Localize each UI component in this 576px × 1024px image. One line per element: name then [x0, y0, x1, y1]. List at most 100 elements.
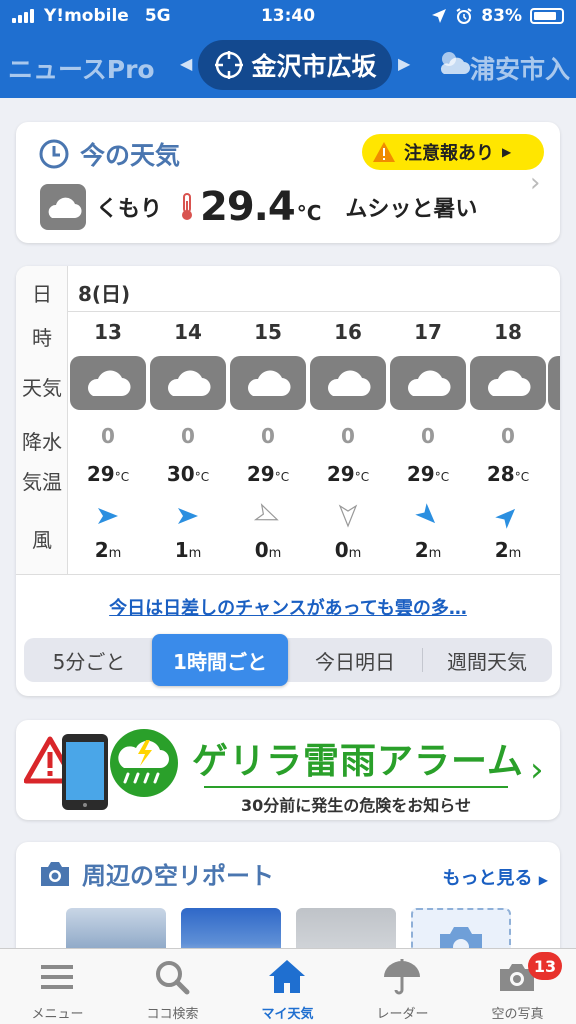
wind-number: 0: [334, 538, 349, 562]
hour-column: 14 0 30°C 1m: [148, 312, 228, 574]
hour-column: 13 0 29°C 2m: [68, 312, 148, 574]
current-weather-card[interactable]: 今の天気 注意報あり ▶ くもり 29.4 °C ムシッと暑い ›: [16, 122, 560, 243]
current-weather-title-text: 今の天気: [80, 141, 181, 170]
umbrella-icon: [384, 959, 420, 995]
wind-number: 2: [94, 538, 109, 562]
tab-search[interactable]: ココ検索: [115, 949, 230, 1024]
temp-unit: °C: [434, 470, 450, 484]
hour-column: 18 0 28°C 2m: [468, 312, 548, 574]
temp-value: 30°C: [148, 462, 228, 486]
current-location-pill[interactable]: 金沢市広坂: [198, 40, 392, 90]
wind-number: 0: [254, 538, 269, 562]
crosshair-icon: [215, 51, 244, 79]
cloud-icon: [150, 356, 226, 410]
row-labels: 日 時 天気 降水 気温 風: [16, 266, 68, 574]
more-link[interactable]: もっと見る ▶: [442, 864, 548, 890]
temp-value: 28°C: [468, 462, 548, 486]
rain-value: 0: [101, 424, 115, 448]
camera-icon: [41, 861, 69, 886]
smartphone-icon: [62, 734, 108, 810]
temp-number: 29: [406, 462, 435, 486]
hour-column: 15 0 29°C 0m: [228, 312, 308, 574]
tab-label: ココ検索: [146, 1007, 199, 1022]
segment-hourly[interactable]: 1時間ごと: [152, 634, 288, 686]
rain-value: 0: [341, 424, 355, 448]
label-temp: 気温: [22, 470, 62, 494]
sky-report-title: 周辺の空リポート: [38, 856, 274, 891]
current-weather-title: 今の天気: [38, 136, 180, 172]
temperature-unit: °C: [296, 201, 322, 225]
wind-direction-icon: [98, 508, 118, 524]
battery-percent: 83%: [481, 6, 522, 26]
temp-number: 28: [486, 462, 515, 486]
tab-label: 空の写真: [491, 1007, 544, 1022]
label-wind: 風: [32, 528, 52, 552]
label-rain: 降水: [22, 430, 62, 454]
temp-number: 30: [166, 462, 195, 486]
sun-cloud-icon: [440, 52, 470, 74]
alarm-title: ゲリラ雷雨アラーム: [192, 741, 524, 782]
current-temperature: 29.4: [200, 184, 296, 230]
tab-label: メニュー: [31, 1007, 84, 1022]
tab-menu[interactable]: メニュー: [0, 949, 115, 1024]
temp-value: 29°C: [228, 462, 308, 486]
hour-column: 17 0 29°C 2m: [388, 312, 468, 574]
wind-speed: 2m: [388, 538, 468, 562]
wind-speed: 2m: [68, 538, 148, 562]
day-label: 8(日): [78, 282, 131, 306]
home-icon: [269, 960, 305, 993]
status-right: 83%: [431, 6, 564, 26]
next-arrow-icon[interactable]: ▶: [398, 54, 410, 73]
current-weather-row: くもり 29.4 °C ムシッと暑い: [40, 184, 477, 230]
guerrilla-alarm-banner[interactable]: ゲリラ雷雨アラーム 30分前に発生の危険をお知らせ ›: [16, 720, 560, 820]
sky-report-title-text: 周辺の空リポート: [82, 862, 274, 890]
battery-icon: [530, 8, 564, 24]
label-hour: 時: [32, 326, 52, 350]
cloud-icon: [230, 356, 306, 410]
alert-badge[interactable]: 注意報あり ▶: [362, 134, 544, 170]
wind-number: 1: [174, 538, 189, 562]
condition-text: くもり: [96, 197, 163, 222]
interval-segmented-control: 5分ごと 1時間ごと 今日明日 週間天気: [24, 634, 552, 686]
menu-icon: [41, 965, 73, 989]
prev-arrow-icon[interactable]: ◀: [180, 54, 192, 73]
hourly-forecast-card: 日 時 天気 降水 気温 風 8(日) 13 0 29°C 2m 14 0 30°C 1m 15…: [16, 266, 560, 696]
wind-speed: 2m: [468, 538, 548, 562]
segment-today-tomorrow[interactable]: 今日明日: [290, 638, 420, 682]
next-location-tab[interactable]: 浦安市入: [470, 50, 570, 86]
temp-unit: °C: [354, 470, 370, 484]
wind-unit: m: [428, 546, 442, 561]
tab-label: レーダー: [376, 1007, 429, 1022]
segment-5min[interactable]: 5分ごと: [24, 638, 154, 682]
prev-location-tab[interactable]: ニュースPro: [8, 50, 155, 86]
more-chevron-icon: ▶: [538, 873, 548, 887]
wind-speed: 0m: [228, 538, 308, 562]
day-header: [68, 266, 560, 312]
segment-weekly[interactable]: 週間天気: [422, 638, 552, 682]
forecast-news-link[interactable]: 今日は日差しのチャンスがあっても雲の多…: [16, 594, 560, 620]
wind-unit: m: [268, 546, 282, 561]
wind-number: 2: [494, 538, 509, 562]
location-arrow-icon: [432, 9, 447, 23]
temp-unit: °C: [114, 470, 130, 484]
hour-label: 16: [334, 320, 362, 344]
rain-value: 0: [181, 424, 195, 448]
cloud-icon: [40, 184, 86, 230]
temp-unit: °C: [194, 470, 210, 484]
temp-unit: °C: [514, 470, 530, 484]
rain-value: 0: [501, 424, 515, 448]
wind-direction-icon: [495, 508, 516, 529]
status-bar: Y!mobile 5G 13:40 83%: [0, 0, 576, 34]
alarm-clock-icon: [456, 8, 472, 24]
tab-radar[interactable]: レーダー: [345, 949, 460, 1024]
location-nav: ニュースPro ◀ 金沢市広坂 ▶ 浦安市入: [0, 34, 576, 98]
cloud-icon: [70, 356, 146, 410]
wind-direction-icon: [415, 503, 436, 524]
temp-unit: °C: [274, 470, 290, 484]
wind-unit: m: [348, 546, 362, 561]
tab-my-weather[interactable]: マイ天気: [230, 949, 345, 1024]
cloud-icon: [470, 356, 546, 410]
chevron-right-icon: ›: [530, 168, 541, 198]
hour-label: 14: [174, 320, 202, 344]
label-weather: 天気: [22, 376, 62, 400]
